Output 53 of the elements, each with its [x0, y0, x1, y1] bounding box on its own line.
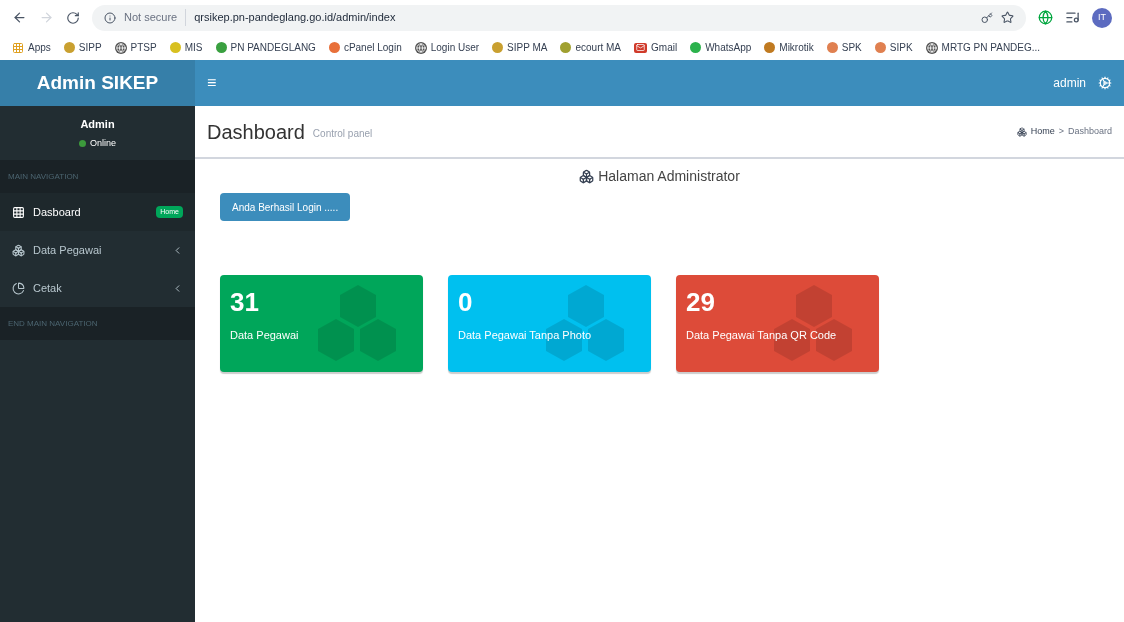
stat-value: 0 [458, 289, 474, 315]
logo[interactable]: Admin SIKEP [0, 60, 195, 106]
nav-heading: END MAIN NAVIGATION [0, 307, 195, 340]
nav-item[interactable]: Data Pegawai [0, 231, 195, 269]
info-icon [104, 11, 116, 24]
page-subtitle: Control panel [312, 127, 373, 141]
address-bar[interactable]: Not secure qrsikep.pn-pandeglang.go.id/admin/index [92, 4, 1026, 31]
page-title: Dashboard [207, 119, 305, 145]
bookmark[interactable]: MIS [169, 40, 203, 55]
security-label: Not secure [124, 9, 187, 26]
bookmark[interactable]: cPanel Login [328, 40, 402, 55]
bookmark[interactable]: WhatsApp [690, 40, 752, 55]
user-name: Admin [80, 117, 115, 132]
bookmark[interactable]: Mikrotik [764, 40, 814, 55]
bookmark[interactable]: SIPP MA [492, 40, 548, 55]
nav-label: Cetak [33, 280, 63, 296]
user-menu[interactable]: admin [1041, 60, 1098, 106]
grid-icon [12, 205, 25, 219]
breadcrumb-link[interactable]: Home [1030, 124, 1055, 139]
globe-icon[interactable] [1038, 10, 1053, 25]
queue-icon[interactable] [1065, 10, 1080, 25]
stat-label: Data Pegawai [230, 328, 300, 343]
stat-value: 29 [686, 289, 716, 315]
bookmark[interactable]: SIPP [63, 40, 102, 55]
menu-toggle[interactable]: ≡ [195, 60, 229, 106]
bookmark[interactable]: PN PANDEGLANG [215, 40, 316, 55]
pie-chart-icon [12, 281, 25, 295]
bookmark[interactable]: PTSP [114, 40, 157, 55]
stat-value: 31 [230, 289, 260, 315]
nav-item[interactable]: Cetak [0, 269, 195, 307]
profile-avatar[interactable]: IT [1092, 7, 1112, 28]
login-status-button[interactable]: Anda Berhasil Login ..... [220, 193, 351, 221]
user-status: Online [79, 136, 116, 150]
back-icon[interactable] [12, 10, 27, 25]
bookmark[interactable]: SPK [826, 40, 862, 55]
star-icon[interactable] [1001, 11, 1014, 24]
nav-heading: MAIN NAVIGATION [0, 160, 195, 193]
key-icon[interactable] [981, 11, 993, 24]
bookmark[interactable]: SIPK [874, 40, 913, 55]
breadcrumb-separator: > [1058, 124, 1064, 138]
stat-label: Data Pegawai Tanpa QR Code [686, 328, 838, 343]
reload-icon[interactable] [66, 10, 80, 25]
bookmark[interactable]: Apps [12, 40, 51, 55]
settings-icon[interactable] [1098, 76, 1112, 90]
nav-label: Data Pegawai [33, 242, 103, 258]
stat-label: Data Pegawai Tanpa Photo [458, 328, 593, 343]
panel-title: Halaman Administrator [598, 166, 740, 186]
bookmark[interactable]: ecourt MA [560, 40, 622, 55]
nav-label: Dasboard [33, 204, 82, 220]
bookmark[interactable]: Login User [414, 40, 480, 55]
bookmark[interactable]: Gmail [634, 40, 678, 55]
url-text: qrsikep.pn-pandeglang.go.id/admin/index [194, 10, 396, 26]
bookmark[interactable]: MRTG PN PANDEG... [925, 40, 1041, 55]
